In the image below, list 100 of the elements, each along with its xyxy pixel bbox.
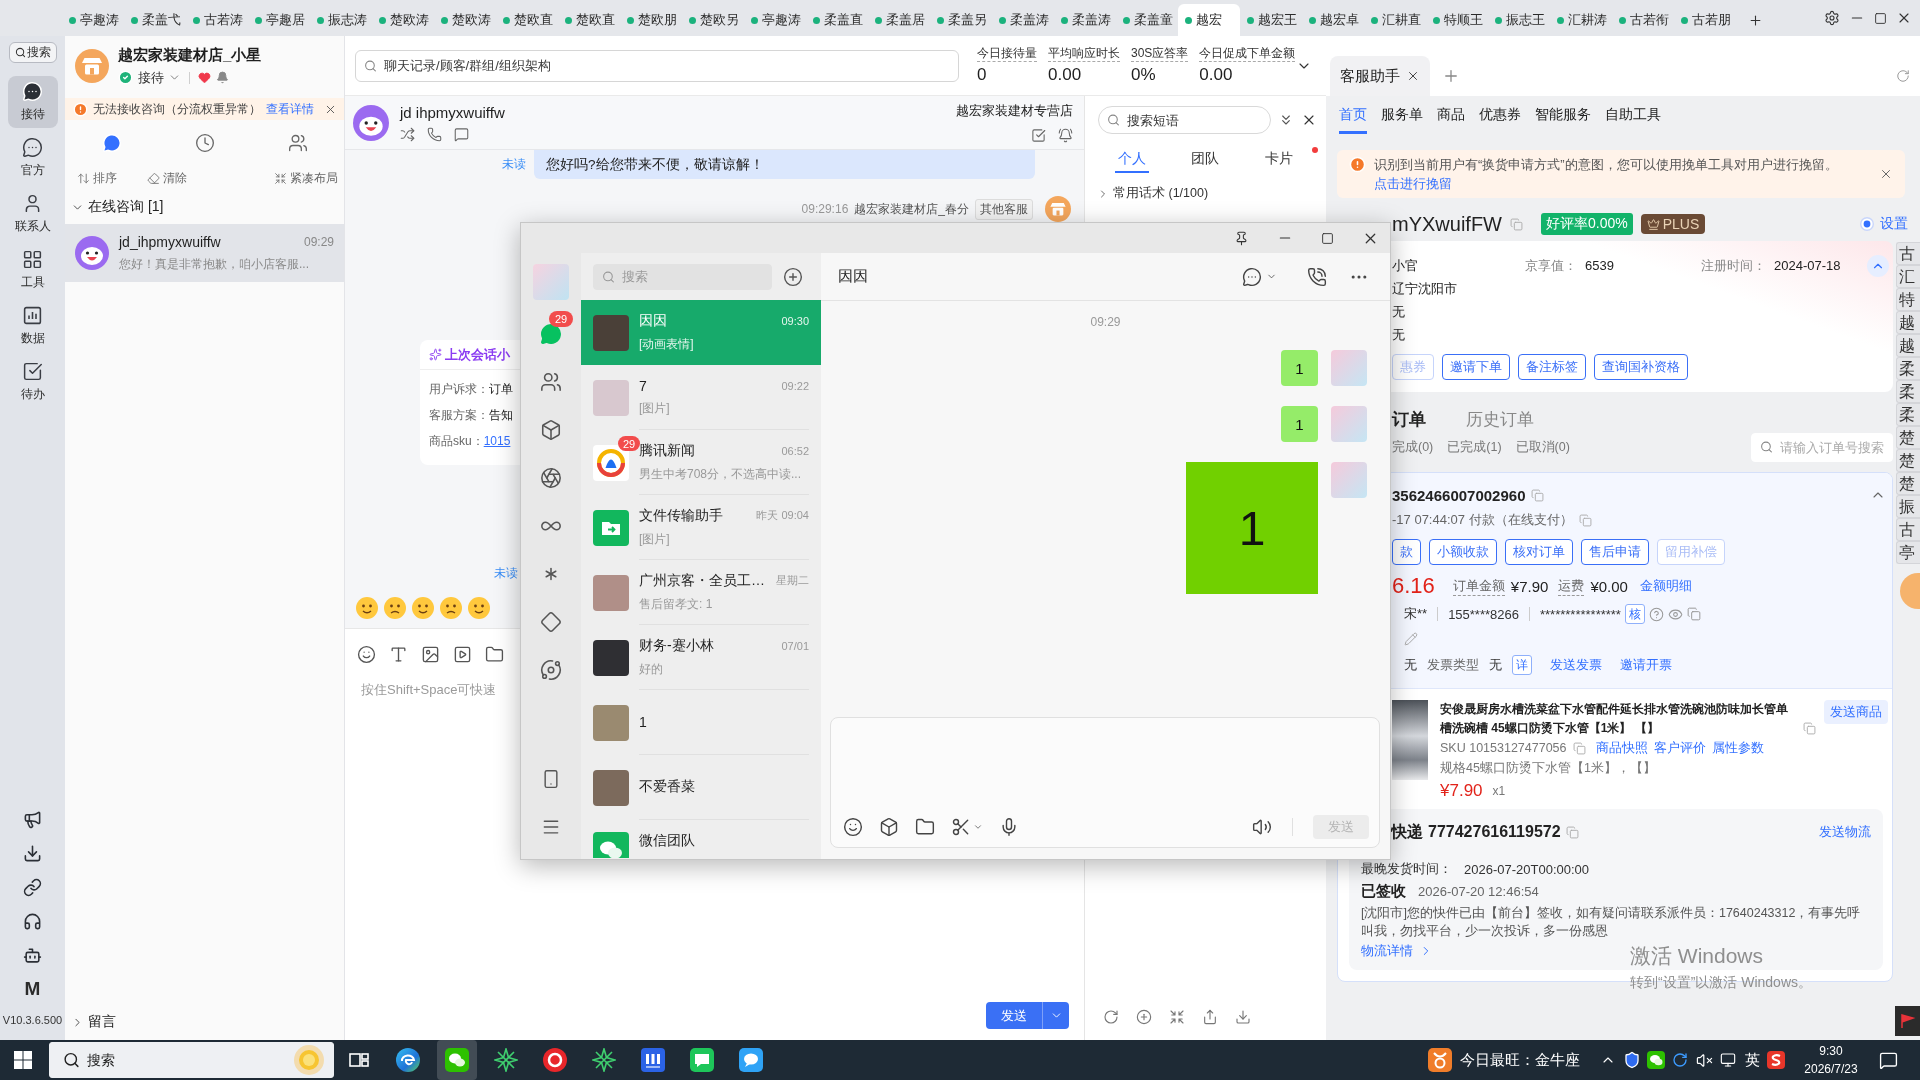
action-button[interactable]: 款	[1392, 539, 1421, 565]
network-icon[interactable]	[1720, 1052, 1736, 1068]
shop-tab[interactable]: 柔盖童	[1116, 4, 1178, 36]
group-header[interactable]: 留言	[65, 1004, 344, 1040]
side-tab[interactable]: 楚	[1896, 449, 1920, 472]
emoji-icon[interactable]	[356, 597, 378, 619]
share-icon[interactable]	[1202, 1009, 1218, 1025]
transfer-icon[interactable]	[400, 126, 415, 142]
side-tab[interactable]: 柔	[1896, 380, 1920, 403]
link-icon[interactable]	[23, 877, 42, 897]
restore-icon[interactable]	[1874, 11, 1887, 25]
product-link[interactable]: 客户评价	[1653, 739, 1706, 757]
maximize-icon[interactable]	[1321, 231, 1334, 245]
shop-tab[interactable]: 亭趣居	[248, 4, 310, 36]
group-header[interactable]: 在线咨询 [1]	[65, 190, 344, 224]
shop-tab[interactable]: 楚欧直	[558, 4, 620, 36]
chat-list-item[interactable]: 1	[581, 690, 821, 755]
aperture-icon[interactable]	[540, 467, 562, 489]
nav-tab[interactable]: 自助工具	[1605, 96, 1661, 134]
phone-icon[interactable]	[1307, 266, 1327, 287]
chat-list-item[interactable]: 29 腾讯新闻 06:52 男生中考708分，不选高中读...	[581, 430, 821, 495]
shop-tab[interactable]: 越宏	[1178, 4, 1240, 36]
folder-icon[interactable]	[485, 644, 504, 664]
phrase-tab[interactable]: 个人	[1114, 145, 1149, 173]
pin-icon[interactable]	[1234, 230, 1249, 246]
action-button[interactable]: 售后申请	[1581, 539, 1649, 565]
shop-tab[interactable]: 特顺王	[1426, 4, 1488, 36]
shop-tab[interactable]: 柔盖弋	[124, 4, 186, 36]
heart-icon[interactable]	[198, 71, 211, 84]
send-product-button[interactable]: 发送商品	[1824, 700, 1888, 724]
nav-tab[interactable]: 首页	[1339, 96, 1367, 134]
search-field[interactable]: 搜索	[593, 263, 772, 290]
shop-tab[interactable]: 柔盖居	[868, 4, 930, 36]
phrase-group[interactable]: 常用话术 (1/100)	[1085, 185, 1209, 202]
video-icon[interactable]	[453, 644, 472, 664]
eye-icon[interactable]	[1667, 606, 1683, 622]
shield-icon[interactable]	[1623, 1051, 1641, 1069]
menu-icon[interactable]	[541, 817, 561, 837]
flag-icon[interactable]	[1895, 1006, 1920, 1036]
font-icon[interactable]	[389, 644, 408, 664]
cube-icon[interactable]	[540, 419, 562, 441]
chat-bubbles-icon[interactable]	[1647, 1051, 1665, 1069]
cube-icon[interactable]	[879, 817, 899, 837]
shop-tab[interactable]: 柔盖另	[930, 4, 992, 36]
caret-icon[interactable]	[973, 822, 983, 832]
verify-button[interactable]: 核	[1624, 604, 1645, 624]
megaphone-icon[interactable]	[23, 809, 42, 829]
emoji-icon[interactable]	[468, 597, 490, 619]
product-link[interactable]: 属性参数	[1711, 739, 1764, 757]
shop-tab[interactable]: 汇耕直	[1364, 4, 1426, 36]
product-link[interactable]: 商品快照	[1595, 739, 1648, 757]
send-logistics-link[interactable]: 发送物流	[1819, 823, 1871, 841]
scissors-icon[interactable]	[951, 817, 971, 837]
image-icon[interactable]	[421, 644, 440, 664]
shop-tab[interactable]: 柔盖直	[806, 4, 868, 36]
shop-tab[interactable]: 亭趣涛	[744, 4, 806, 36]
emoji-icon[interactable]	[412, 597, 434, 619]
nav-item[interactable]: 工具	[7, 244, 58, 296]
toolbar-button[interactable]: 排序	[77, 169, 117, 187]
setting-toggle[interactable]: 设置	[1860, 215, 1908, 233]
shop-tab[interactable]: 楚欧涛	[372, 4, 434, 36]
action-button[interactable]: 核对订单	[1505, 539, 1573, 565]
phrase-search-field[interactable]: 搜索短语	[1098, 106, 1271, 134]
shrink-icon[interactable]	[1169, 1009, 1185, 1025]
phrase-tab[interactable]: 团队	[1188, 145, 1223, 173]
action-button[interactable]: 小额收款	[1429, 539, 1497, 565]
shop-tab[interactable]: 楚欧朋	[620, 4, 682, 36]
side-tab[interactable]: 特	[1896, 288, 1920, 311]
shop-tab[interactable]: 楚欧另	[682, 4, 744, 36]
shop-tab[interactable]: 振志王	[1488, 4, 1550, 36]
side-tab[interactable]: 振	[1896, 495, 1920, 518]
shop-tab[interactable]: 古若朋	[1674, 4, 1736, 36]
order-search-field[interactable]: 请输入订单号搜索	[1751, 432, 1893, 462]
chat-list-item[interactable]: 不爱香菜	[581, 755, 821, 820]
phrase-tab[interactable]: 卡片	[1262, 145, 1297, 173]
invoice-link[interactable]: 发送发票	[1550, 656, 1602, 674]
emoji-icon[interactable]	[440, 597, 462, 619]
chat-list-item[interactable]: 广州京客・全员工… 星期二 售后留孝文: 1	[581, 560, 821, 625]
action-button[interactable]: 备注标签	[1518, 354, 1586, 380]
shop-tab[interactable]: 古若衔	[1612, 4, 1674, 36]
bell-icon[interactable]	[1058, 128, 1073, 143]
nav-item[interactable]: 接待	[7, 76, 58, 128]
shop-tab[interactable]: 亭趣涛	[62, 4, 124, 36]
status-dropdown[interactable]: 接待	[138, 68, 181, 87]
horoscope-icon[interactable]	[1428, 1048, 1452, 1072]
input-method-icon[interactable]	[1767, 1051, 1785, 1069]
logistics-details-link[interactable]: 物流详情	[1361, 940, 1433, 962]
invoice-detail-button[interactable]: 详	[1512, 655, 1532, 675]
retain-link[interactable]: 点击进行挽留	[1374, 176, 1452, 191]
assistant-tab[interactable]: 客服助手	[1330, 56, 1430, 96]
side-tab[interactable]: 古	[1896, 518, 1920, 541]
help-icon[interactable]	[1648, 606, 1664, 622]
side-tab[interactable]: 亭	[1896, 541, 1920, 564]
taskbar-search[interactable]: 搜索	[49, 1042, 334, 1078]
sku-link[interactable]: 1015	[483, 434, 511, 448]
order-tab[interactable]: 订单	[1392, 407, 1426, 431]
nav-tab[interactable]: 优惠券	[1479, 96, 1521, 134]
checklist-icon[interactable]	[1031, 128, 1046, 143]
refresh-icon[interactable]	[1103, 1009, 1119, 1025]
chat-list-item[interactable]: 文件传输助手 昨天 09:04 [图片]	[581, 495, 821, 560]
